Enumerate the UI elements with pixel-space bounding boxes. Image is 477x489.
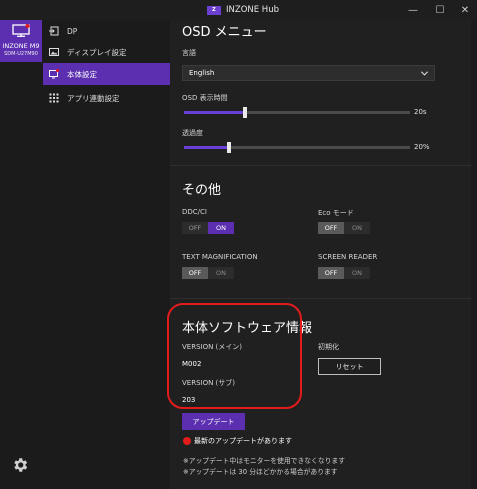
- text-magnification-label: TEXT MAGNIFICATION: [182, 253, 258, 261]
- toggle-on[interactable]: ON: [344, 222, 370, 234]
- alert-dot-icon: [183, 437, 191, 445]
- sidebar-item-label: ディスプレイ設定: [67, 47, 127, 57]
- init-label: 初期化: [318, 343, 339, 351]
- eco-label: Eco モード: [318, 209, 354, 217]
- gear-icon[interactable]: [11, 456, 29, 474]
- sidebar-item-display-settings[interactable]: ディスプレイ設定: [43, 41, 170, 63]
- sidebar-item-label: DP: [67, 26, 78, 36]
- other-section-title: その他: [182, 183, 222, 198]
- toggle-off[interactable]: OFF: [318, 267, 344, 279]
- display-time-label: OSD 表示時間: [182, 94, 228, 102]
- app-title-text: INZONE Hub: [226, 5, 279, 15]
- toggle-off[interactable]: OFF: [182, 222, 208, 234]
- display-time-value: 20s: [414, 108, 427, 116]
- slider-handle[interactable]: [227, 142, 232, 153]
- monitor-settings-icon: [49, 69, 59, 79]
- opacity-label: 透過度: [182, 129, 203, 137]
- sidebar-item-label: 本体設定: [67, 69, 97, 79]
- slider-handle[interactable]: [243, 107, 248, 118]
- monitor-name: INZONE M9: [2, 42, 40, 50]
- update-button[interactable]: アップデート: [182, 413, 245, 430]
- display-time-slider[interactable]: [184, 107, 410, 118]
- toggle-off[interactable]: OFF: [318, 222, 344, 234]
- osd-section-title: OSD メニュー: [182, 25, 267, 40]
- update-note-1: ※アップデート中はモニターを使用できなくなります: [183, 457, 346, 465]
- chevron-down-icon: [420, 71, 429, 76]
- update-note-2: ※アップデートは 30 分ほどかかる場合があります: [183, 468, 338, 476]
- grid-icon: [49, 93, 59, 103]
- opacity-slider[interactable]: [184, 142, 410, 153]
- title-bar: Z INZONE Hub — ☐ ✕: [0, 0, 477, 20]
- update-alert-text: 最新のアップデートがあります: [194, 437, 292, 445]
- inzone-logo-icon: Z: [207, 5, 221, 15]
- text-magnification-toggle[interactable]: OFF ON: [182, 267, 234, 279]
- language-select[interactable]: English: [182, 65, 435, 81]
- ddcci-toggle[interactable]: OFF ON: [182, 222, 234, 234]
- sidebar-item-label: アプリ連動設定: [67, 93, 120, 103]
- monitor-tile[interactable]: INZONE M9 SDM-U27M90: [0, 20, 42, 62]
- section-divider: [170, 298, 471, 299]
- maximize-button[interactable]: ☐: [427, 0, 453, 20]
- app-title: Z INZONE Hub: [207, 4, 279, 16]
- section-divider: [170, 165, 471, 166]
- toggle-on[interactable]: ON: [208, 267, 234, 279]
- image-icon: [49, 48, 59, 56]
- monitor-model: SDM-U27M90: [4, 51, 38, 57]
- sidebar-item-dp[interactable]: DP: [43, 20, 170, 42]
- ddcci-label: DDC/CI: [182, 208, 207, 216]
- slider-fill: [184, 111, 246, 114]
- opacity-value: 20%: [414, 143, 430, 151]
- language-value: English: [189, 69, 215, 77]
- toggle-on[interactable]: ON: [208, 222, 234, 234]
- screen-reader-label: SCREEN READER: [318, 253, 378, 261]
- highlight-annotation: [167, 303, 302, 409]
- reset-button[interactable]: リセット: [318, 358, 381, 375]
- toggle-off[interactable]: OFF: [182, 267, 208, 279]
- screen-reader-toggle[interactable]: OFF ON: [318, 267, 370, 279]
- eco-toggle[interactable]: OFF ON: [318, 222, 370, 234]
- sidebar-item-app-link[interactable]: アプリ連動設定: [43, 87, 170, 109]
- scrollbar[interactable]: [471, 20, 477, 489]
- monitor-icon: [12, 24, 30, 37]
- minimize-button[interactable]: —: [400, 0, 426, 20]
- close-button[interactable]: ✕: [452, 0, 477, 20]
- input-source-icon: [49, 26, 59, 36]
- slider-fill: [184, 146, 230, 149]
- language-label: 言語: [182, 49, 196, 57]
- sidebar-item-device-settings[interactable]: 本体設定: [43, 63, 170, 85]
- toggle-on[interactable]: ON: [344, 267, 370, 279]
